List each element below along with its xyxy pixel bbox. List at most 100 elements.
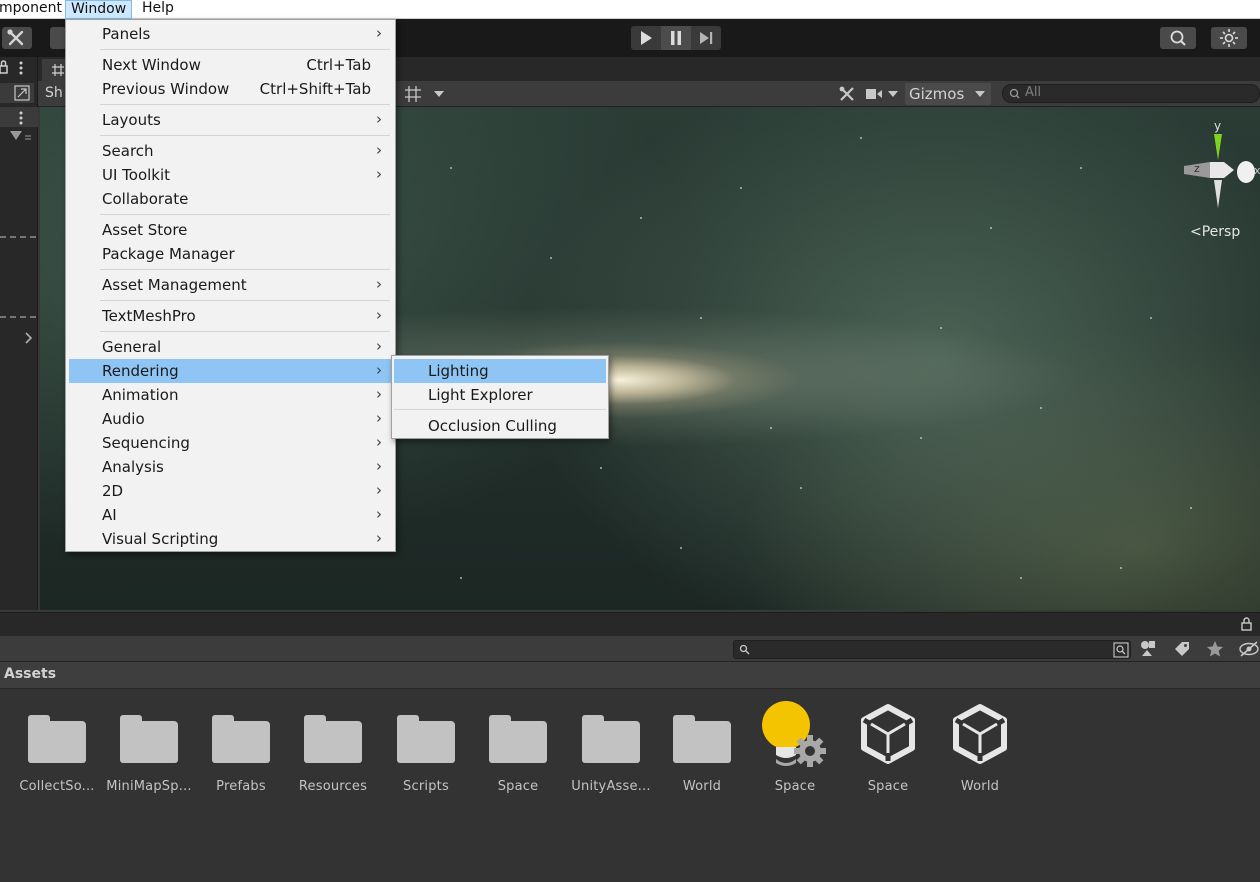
asset-label: Prefabs xyxy=(216,779,266,794)
menu-item-animation[interactable]: Animation › xyxy=(69,383,392,407)
menu-item-audio[interactable]: Audio › xyxy=(69,407,392,431)
orientation-gizmo[interactable]: y z x xyxy=(1178,118,1260,214)
lock-icon[interactable] xyxy=(0,60,10,74)
play-icon xyxy=(641,31,652,45)
menu-help[interactable]: Help xyxy=(137,0,179,19)
hierarchy-panel xyxy=(0,57,38,610)
menu-item-shortcut: Ctrl+Shift+Tab xyxy=(259,80,371,98)
folder-icon xyxy=(582,715,640,763)
shading-mode-dropdown[interactable]: Sh xyxy=(45,85,63,101)
tools-button[interactable] xyxy=(2,27,32,49)
menu-item-label: Occlusion Culling xyxy=(428,417,557,435)
search-button[interactable] xyxy=(1160,27,1196,49)
breadcrumb-assets[interactable]: Assets xyxy=(4,666,56,682)
menu-item-previous-window[interactable]: Previous Window Ctrl+Shift+Tab xyxy=(69,77,392,101)
hidden-packages-icon[interactable] xyxy=(1238,641,1260,657)
menu-separator xyxy=(100,269,390,270)
menu-window[interactable]: Window xyxy=(65,0,133,19)
menu-item-ui-toolkit[interactable]: UI Toolkit › xyxy=(69,163,392,187)
menu-item-light-explorer[interactable]: Light Explorer xyxy=(394,383,606,407)
account-button[interactable] xyxy=(50,27,66,49)
menu-separator xyxy=(100,331,390,332)
hierarchy-menu-icon[interactable] xyxy=(19,60,23,75)
grid-snap-button[interactable] xyxy=(400,83,452,105)
menu-item-package-manager[interactable]: Package Manager xyxy=(69,242,392,266)
asset-item-folder[interactable]: Space xyxy=(472,703,564,794)
gizmo-z-label: z xyxy=(1194,162,1200,175)
menu-item-occlusion-culling[interactable]: Occlusion Culling xyxy=(394,414,606,438)
menu-item-layouts[interactable]: Layouts › xyxy=(69,108,392,132)
project-search-input[interactable] xyxy=(733,640,1131,659)
scene-collapse-icon[interactable] xyxy=(10,131,32,143)
chevron-right-icon: › xyxy=(376,141,382,159)
asset-label: World xyxy=(960,779,1000,794)
menu-item-label: 2D xyxy=(102,482,124,500)
filter-by-type-icon[interactable] xyxy=(1140,640,1158,658)
gizmos-dropdown[interactable]: Gizmos xyxy=(905,83,991,105)
chevron-right-icon[interactable] xyxy=(24,331,34,345)
favorites-icon[interactable] xyxy=(1206,640,1224,658)
asset-item-scene[interactable]: World xyxy=(934,703,1026,794)
window-menu: Panels › Next Window Ctrl+Tab Previous W… xyxy=(65,19,396,552)
menu-item-search[interactable]: Search › xyxy=(69,139,392,163)
tools-visibility-button[interactable] xyxy=(834,83,860,105)
camera-icon xyxy=(866,89,882,99)
scene-search-input[interactable]: All xyxy=(1002,84,1260,103)
menu-item-rendering[interactable]: Rendering › xyxy=(69,359,392,383)
menu-separator xyxy=(394,409,606,410)
menu-item-label: Previous Window xyxy=(102,80,230,98)
search-in-window-icon[interactable] xyxy=(1113,642,1129,658)
lock-icon[interactable] xyxy=(1241,617,1253,631)
dropdown-arrow-icon xyxy=(888,91,898,97)
hierarchy-options-icon[interactable] xyxy=(19,110,23,129)
menu-item-asset-store[interactable]: Asset Store xyxy=(69,218,392,242)
asset-item-folder[interactable]: Prefabs xyxy=(195,703,287,794)
projection-toggle[interactable]: <Persp xyxy=(1190,224,1240,240)
gizmo-x-axis xyxy=(1237,161,1255,183)
menu-item-sequencing[interactable]: Sequencing › xyxy=(69,431,392,455)
search-icon xyxy=(739,644,750,655)
camera-button[interactable] xyxy=(864,83,902,105)
asset-label: UnityAsse... xyxy=(571,779,651,794)
menu-component[interactable]: mponent xyxy=(0,0,67,19)
chevron-right-icon: › xyxy=(376,433,382,451)
menu-item-general[interactable]: General › xyxy=(69,335,392,359)
menu-item-collaborate[interactable]: Collaborate xyxy=(69,187,392,211)
menu-separator xyxy=(100,104,390,105)
asset-item-lighting-settings[interactable]: Space xyxy=(749,701,841,794)
chevron-right-icon: › xyxy=(376,110,382,128)
play-button[interactable] xyxy=(631,26,661,50)
asset-item-scene[interactable]: Space xyxy=(842,703,934,794)
chevron-right-icon: › xyxy=(376,529,382,547)
asset-item-folder[interactable]: MiniMapSp... xyxy=(103,703,195,794)
asset-item-folder[interactable]: UnityAsse... xyxy=(565,703,657,794)
menu-item-next-window[interactable]: Next Window Ctrl+Tab xyxy=(69,53,392,77)
menu-item-panels[interactable]: Panels › xyxy=(69,22,392,46)
folder-icon xyxy=(212,715,270,763)
menu-item-2d[interactable]: 2D › xyxy=(69,479,392,503)
menu-item-shortcut: Ctrl+Tab xyxy=(306,56,371,74)
pause-button[interactable] xyxy=(661,26,691,50)
chevron-right-icon: › xyxy=(376,275,382,293)
asset-item-folder[interactable]: CollectSo... xyxy=(11,703,103,794)
menu-item-label: Search xyxy=(102,142,154,160)
menu-item-textmeshpro[interactable]: TextMeshPro › xyxy=(69,304,392,328)
menu-item-asset-management[interactable]: Asset Management › xyxy=(69,273,392,297)
filter-by-label-icon[interactable] xyxy=(1173,640,1191,658)
asset-item-folder[interactable]: World xyxy=(656,703,748,794)
unity-scene-icon xyxy=(861,704,915,764)
hierarchy-search-field[interactable] xyxy=(0,83,34,103)
chevron-right-icon: › xyxy=(376,165,382,183)
tools-icon xyxy=(7,29,24,46)
menu-item-ai[interactable]: AI › xyxy=(69,503,392,527)
menu-item-lighting[interactable]: Lighting xyxy=(394,359,606,383)
menu-item-label: Rendering xyxy=(102,362,179,380)
menu-item-analysis[interactable]: Analysis › xyxy=(69,455,392,479)
asset-item-folder[interactable]: Scripts xyxy=(380,703,472,794)
step-button[interactable] xyxy=(691,26,721,50)
menu-item-visual-scripting[interactable]: Visual Scripting › xyxy=(69,527,392,551)
settings-button[interactable] xyxy=(1211,27,1247,49)
gizmo-neg-y-axis xyxy=(1214,180,1222,208)
asset-item-folder[interactable]: Resources xyxy=(287,703,379,794)
chevron-right-icon: › xyxy=(376,306,382,324)
